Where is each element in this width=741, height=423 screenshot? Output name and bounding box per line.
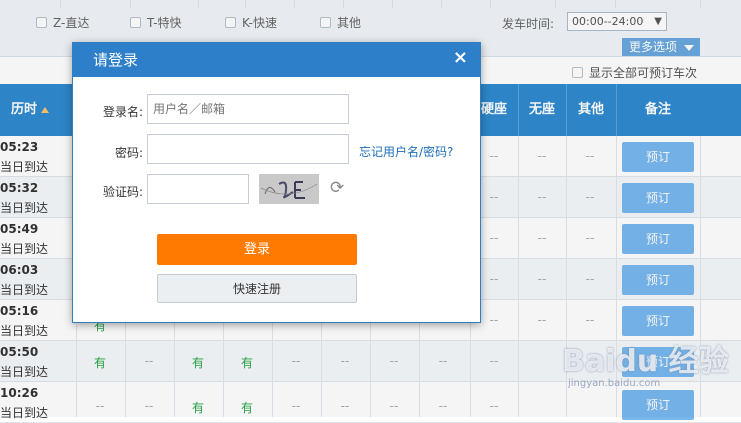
username-label: 登录名:	[102, 105, 143, 119]
captcha-graphic	[260, 181, 318, 199]
forgot-password-link[interactable]: 忘记用户名/密码?	[359, 143, 453, 160]
modal-header: 请登录 ×	[73, 43, 480, 77]
baidu-watermark: Baidu 经验 jingyan.baidu.com	[562, 336, 738, 392]
close-icon[interactable]: ×	[453, 47, 468, 68]
modal-title: 请登录	[93, 51, 139, 69]
captcha-input[interactable]	[147, 174, 249, 204]
refresh-captcha-icon[interactable]: ⟳	[330, 178, 344, 198]
login-modal: 请登录 × 登录名: 密码: 忘记用户名/密码? 验证码: ⟳ 登录 快速注册	[72, 42, 481, 323]
watermark-url: jingyan.baidu.com	[568, 378, 661, 389]
captcha-label: 验证码:	[102, 185, 143, 199]
username-input[interactable]	[147, 94, 349, 124]
quick-register-button[interactable]: 快速注册	[157, 274, 357, 303]
captcha-image[interactable]	[259, 174, 319, 204]
password-input[interactable]	[147, 134, 349, 164]
login-button[interactable]: 登录	[157, 234, 357, 265]
password-label: 密码:	[114, 146, 143, 160]
watermark-brand: Baidu 经验	[562, 344, 729, 379]
